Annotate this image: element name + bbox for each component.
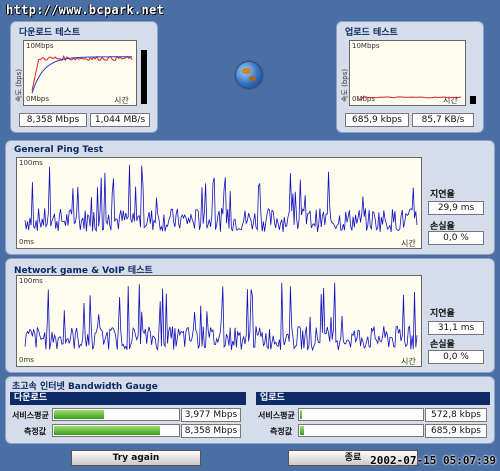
download-average-line: [31, 56, 132, 94]
gauge-dl-measured-label: 측정값: [24, 427, 47, 436]
gauge-ul-measured-bar: [298, 424, 424, 437]
gauge-dl-measured-value: 8,358 Mbps: [181, 424, 241, 438]
gauge-upload-section: 업로드: [256, 392, 490, 405]
ping-latency-line: [24, 164, 418, 233]
bandwidth-gauge-title: 초고속 인터넷 Bandwidth Gauge: [12, 382, 158, 392]
ping-graph: 100ms 0ms 시간: [16, 157, 422, 249]
gauge-ul-avg-value: 572,8 kbps: [425, 408, 487, 422]
ping-chart: [24, 164, 418, 233]
upload-graph: 10Mbps 0Mbps 시간: [349, 40, 466, 106]
ping-latency-label: 지연율: [430, 190, 455, 200]
upload-speed-kbs: 85,7 KB/s: [412, 113, 474, 127]
upload-level-meter: [470, 96, 476, 104]
game-voip-test-panel: Network game & VoIP 테스트 100ms 0ms 시간 지연율…: [5, 258, 495, 373]
upload-speed-chart: [358, 96, 462, 101]
gauge-ul-measured-label: 측정값: [270, 427, 293, 436]
ping-latency-value: 29,9 ms: [428, 201, 484, 215]
download-graph: 10Mbps 0Mbps 시간: [23, 40, 137, 106]
gauge-download-section: 다운로드: [10, 392, 246, 405]
gauge-dl-avg-label: 서비스평균: [12, 411, 49, 420]
ping-test-title: General Ping Test: [14, 145, 104, 155]
game-loss-value: 0,0 %: [428, 350, 484, 364]
gauge-ul-measured-value: 685,9 kbps: [425, 424, 487, 438]
download-speed-mbps: 8,358 Mbps: [19, 113, 87, 127]
download-speed-chart: [31, 54, 133, 94]
globe-icon: [236, 62, 262, 88]
upload-speed-line: [358, 96, 462, 101]
gauge-ul-avg-label: 서비스평균: [258, 411, 295, 420]
game-latency-line: [24, 282, 418, 352]
gauge-dl-avg-bar: [52, 408, 180, 421]
gauge-ul-avg-bar: [298, 408, 424, 421]
try-again-button[interactable]: Try again: [71, 450, 201, 466]
upload-test-title: 업로드 테스트: [345, 28, 398, 38]
download-level-meter: [141, 50, 147, 104]
watermark: http://www.bcpark.net: [6, 3, 165, 17]
game-latency-label: 지연율: [430, 309, 455, 319]
download-test-title: 다운로드 테스트: [19, 28, 81, 38]
download-speed-line: [31, 54, 133, 91]
game-loss-label: 손실율: [430, 340, 455, 350]
upload-test-panel: 업로드 테스트 속도 (bps) 10Mbps 0Mbps 시간 685,9 k…: [336, 21, 484, 133]
upload-speed-kbps: 685,9 kbps: [345, 113, 409, 127]
bandwidth-gauge-panel: 초고속 인터넷 Bandwidth Gauge 다운로드 서비스평균 3,977…: [5, 376, 495, 444]
download-speed-mbs: 1,044 MB/s: [90, 113, 150, 127]
gauge-dl-avg-value: 3,977 Mbps: [181, 408, 241, 422]
ping-loss-value: 0,0 %: [428, 231, 484, 245]
game-chart: [24, 282, 418, 352]
download-test-panel: 다운로드 테스트 속도 (bps) 10Mbps 0Mbps 시간 8,358 …: [10, 21, 158, 133]
game-graph: 100ms 0ms 시간: [16, 275, 422, 367]
gauge-dl-measured-bar: [52, 424, 180, 437]
game-latency-value: 31,1 ms: [428, 321, 484, 335]
ping-test-panel: General Ping Test 100ms 0ms 시간 지연율 29,9 …: [5, 140, 495, 255]
timestamp: 2002-07-15 05:07:39: [370, 454, 496, 467]
